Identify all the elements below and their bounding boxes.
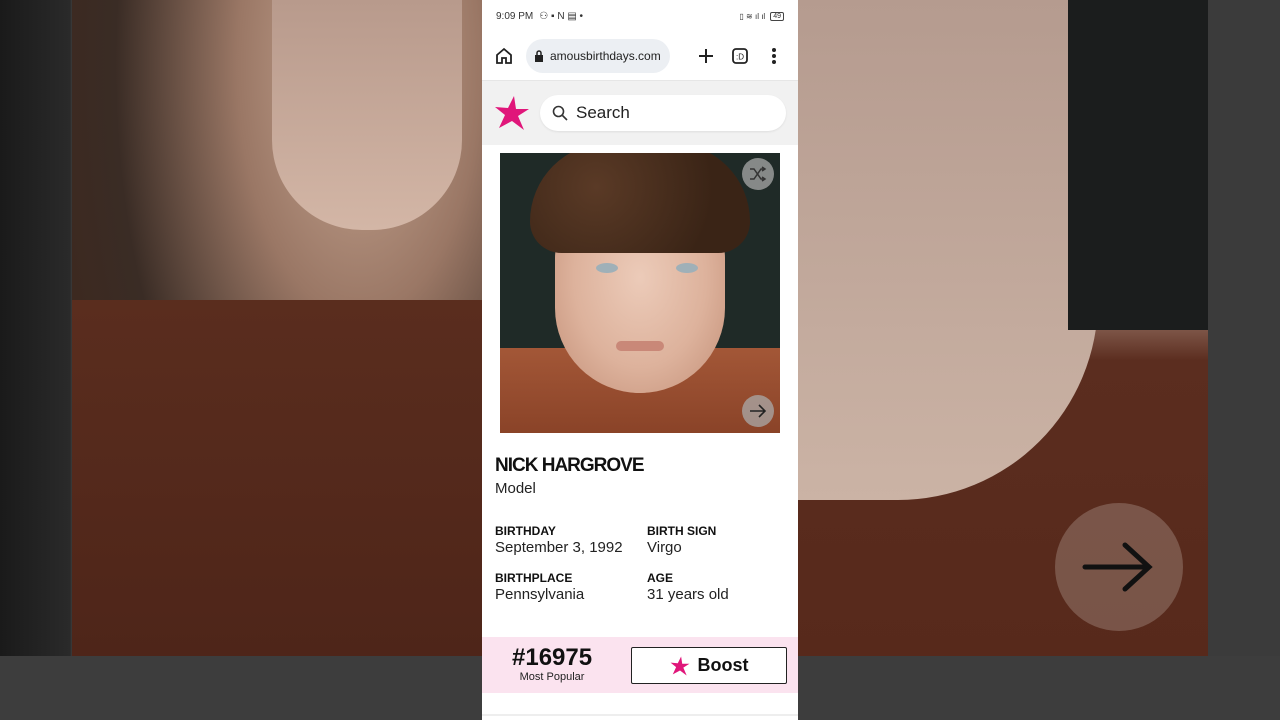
url-text: amousbirthdays.com [550, 49, 661, 63]
search-placeholder: Search [576, 103, 630, 122]
fact-birthday: BIRTHDAY September 3, 1992 [495, 524, 623, 556]
phone-screen: 9:09 PM ⚇ ▪ N ▤ • ▯ ≋ ıl ıl 49 amousbirt… [482, 0, 798, 720]
fact-age: AGE 31 years old [647, 571, 729, 603]
divider [482, 714, 798, 716]
fact-label: AGE [647, 571, 674, 585]
shuffle-icon [750, 166, 767, 182]
background-left-portrait [72, 0, 482, 656]
new-tab-button[interactable] [694, 44, 718, 68]
fact-value: 31 years old [647, 586, 729, 603]
next-video-button[interactable] [1055, 503, 1183, 631]
menu-icon [772, 48, 776, 64]
status-bar: 9:09 PM ⚇ ▪ N ▤ • ▯ ≋ ıl ıl 49 [482, 0, 798, 32]
rank-number: #16975 [512, 644, 593, 671]
home-button[interactable] [492, 44, 516, 68]
fact-label: BIRTH SIGN [647, 524, 717, 538]
status-time: 9:09 PM [496, 10, 534, 22]
fact-label: BIRTHDAY [495, 524, 556, 538]
tabs-icon: :D [732, 48, 748, 64]
fact-value[interactable]: Pennsylvania [495, 586, 584, 603]
star-logo-icon[interactable] [494, 95, 530, 131]
fact-label: BIRTHPLACE [495, 571, 573, 585]
browser-menu-button[interactable] [762, 44, 786, 68]
lock-icon [535, 50, 543, 62]
battery-indicator: 49 [770, 11, 784, 21]
rank-label: Most Popular [519, 671, 585, 683]
site-header: Search [482, 81, 798, 145]
next-profile-button[interactable] [742, 395, 774, 427]
notification-icons: ⚇ ▪ N ▤ • [539, 10, 584, 22]
popularity-bar: #16975 Most Popular Boost [482, 637, 798, 693]
fact-birthplace: BIRTHPLACE Pennsylvania [495, 571, 584, 603]
plus-icon [699, 49, 713, 63]
svg-text::D: :D [736, 53, 744, 62]
popularity-rank: #16975 Most Popular [512, 644, 593, 684]
search-icon [552, 105, 568, 121]
profile-profession: Model [495, 480, 536, 497]
fact-value[interactable]: Virgo [647, 539, 716, 556]
search-input[interactable]: Search [540, 95, 786, 131]
home-icon [496, 47, 512, 64]
boost-label: Boost [697, 655, 749, 675]
shuffle-button[interactable] [742, 158, 774, 190]
profile-name: NICK HARGROVE [495, 455, 645, 476]
browser-toolbar: amousbirthdays.com :D [482, 32, 798, 81]
profile-photo [500, 153, 780, 433]
star-icon [670, 656, 689, 675]
fact-value[interactable]: September 3, 1992 [495, 539, 623, 556]
address-bar[interactable]: amousbirthdays.com [526, 39, 670, 73]
system-icons: ▯ ≋ ıl ıl 49 [739, 11, 784, 21]
arrow-right-icon [750, 404, 767, 418]
arrow-right-icon [1082, 542, 1153, 592]
tab-switcher-button[interactable]: :D [728, 44, 752, 68]
boost-button[interactable]: Boost [631, 647, 787, 684]
fact-birth-sign: BIRTH SIGN Virgo [647, 524, 716, 556]
